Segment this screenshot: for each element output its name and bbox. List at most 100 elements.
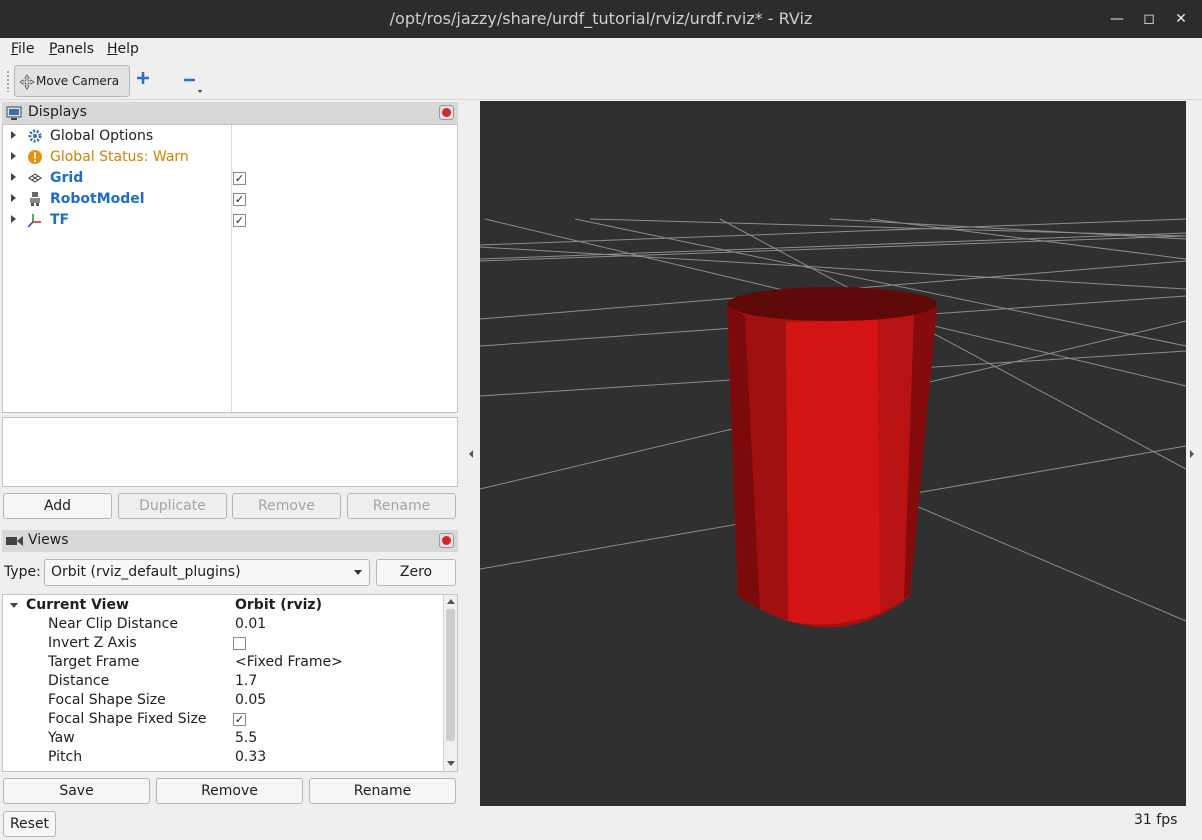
display-item-global-status[interactable]: Global Status: Warn — [3, 147, 457, 168]
move-camera-icon — [19, 74, 35, 90]
gear-icon — [28, 129, 42, 143]
right-dock-edge[interactable] — [1186, 101, 1202, 806]
property-row[interactable]: Yaw 5.5 — [3, 729, 443, 748]
view-type-label: Type: — [4, 564, 41, 580]
display-item-label: Global Status: Warn — [50, 149, 189, 165]
save-view-button[interactable]: Save — [3, 778, 150, 804]
tf-axes-icon — [27, 214, 41, 228]
rename-display-button[interactable]: Rename — [347, 493, 456, 519]
display-item-robotmodel[interactable]: RobotModel ✓ — [3, 189, 457, 210]
expand-arrow-icon[interactable] — [11, 173, 16, 181]
property-name: Invert Z Axis — [48, 635, 137, 651]
collapse-left-icon[interactable] — [469, 450, 473, 458]
displays-panel-header: Displays — [2, 102, 458, 124]
view-properties-tree: Current View Orbit (rviz) Near Clip Dist… — [2, 594, 458, 772]
menu-file[interactable]: File — [11, 41, 34, 57]
monitor-icon — [6, 106, 22, 120]
scrollbar-thumb[interactable] — [446, 609, 455, 741]
property-value[interactable]: <Fixed Frame> — [235, 654, 343, 670]
property-name: Near Clip Distance — [48, 616, 178, 632]
expand-arrow-icon[interactable] — [11, 194, 16, 202]
scroll-up-icon[interactable] — [447, 599, 455, 604]
displays-title: Displays — [28, 104, 87, 120]
red-cylinder — [727, 287, 937, 628]
property-name: Pitch — [48, 749, 83, 765]
property-row[interactable]: Focal Shape Size 0.05 — [3, 691, 443, 710]
display-item-grid[interactable]: Grid ✓ — [3, 168, 457, 189]
toolbar: Move Camera — [0, 62, 1202, 100]
minimize-icon[interactable]: — — [1106, 8, 1128, 30]
fps-readout: 31 fps — [1134, 812, 1178, 828]
display-item-label: TF — [50, 212, 70, 228]
move-camera-button[interactable]: Move Camera — [14, 65, 130, 97]
close-icon[interactable]: ✕ — [1170, 8, 1192, 30]
property-name: Yaw — [48, 730, 75, 746]
robot-icon — [30, 192, 40, 206]
render-viewport[interactable] — [479, 101, 1187, 806]
splitter-handle[interactable] — [460, 101, 480, 806]
property-value[interactable]: 1.7 — [235, 673, 257, 689]
properties-scrollbar[interactable] — [443, 595, 457, 771]
menu-help[interactable]: Help — [107, 41, 139, 57]
title-bar: /opt/ros/jazzy/share/urdf_tutorial/rviz/… — [0, 0, 1202, 38]
current-view-row[interactable]: Current View Orbit (rviz) — [3, 596, 443, 615]
expand-arrow-icon[interactable] — [11, 152, 16, 160]
status-bar: Reset 31 fps — [0, 808, 1202, 840]
tf-enabled-checkbox[interactable]: ✓ — [233, 214, 246, 227]
display-item-label: Global Options — [50, 128, 154, 144]
views-title: Views — [28, 532, 69, 548]
rename-view-button[interactable]: Rename — [309, 778, 456, 804]
displays-close-icon[interactable] — [439, 105, 454, 120]
property-row[interactable]: Target Frame <Fixed Frame> — [3, 653, 443, 672]
scroll-down-icon[interactable] — [447, 761, 455, 766]
property-value[interactable]: 0.01 — [235, 616, 266, 632]
property-name: Distance — [48, 673, 110, 689]
add-tool-icon[interactable] — [135, 70, 151, 86]
expand-arrow-icon[interactable] — [11, 131, 16, 139]
grid-icon — [28, 173, 42, 183]
focal-shape-fixed-size-checkbox[interactable]: ✓ — [233, 713, 246, 726]
remove-tool-icon[interactable] — [182, 70, 204, 96]
property-value[interactable]: 5.5 — [235, 730, 257, 746]
displays-tree: Global Options Global Status: Warn Grid … — [2, 124, 458, 413]
collapse-arrow-icon[interactable] — [10, 603, 18, 608]
move-camera-label: Move Camera — [36, 74, 120, 88]
display-item-tf[interactable]: TF ✓ — [3, 210, 457, 231]
property-row[interactable]: Pitch 0.33 — [3, 748, 443, 767]
zero-button[interactable]: Zero — [376, 559, 456, 586]
chevron-down-icon — [354, 570, 362, 575]
property-name: Focal Shape Fixed Size — [48, 711, 207, 727]
expand-arrow-icon[interactable] — [11, 215, 16, 223]
robotmodel-enabled-checkbox[interactable]: ✓ — [233, 193, 246, 206]
display-item-global-options[interactable]: Global Options — [3, 126, 457, 147]
property-row[interactable]: Focal Shape Fixed Size ✓ — [3, 710, 443, 729]
expand-right-icon[interactable] — [1190, 450, 1194, 458]
views-close-icon[interactable] — [439, 533, 454, 548]
remove-display-button[interactable]: Remove — [232, 493, 341, 519]
toolbar-grip[interactable] — [6, 70, 10, 92]
grid-enabled-checkbox[interactable]: ✓ — [233, 172, 246, 185]
reset-button[interactable]: Reset — [3, 811, 56, 837]
property-row[interactable]: Invert Z Axis — [3, 634, 443, 653]
menu-panels[interactable]: Panels — [49, 41, 94, 57]
display-description-area — [2, 417, 458, 487]
menu-bar: File Panels Help — [0, 38, 1202, 62]
view-type-select[interactable]: Orbit (rviz_default_plugins) — [44, 559, 370, 586]
property-name: Focal Shape Size — [48, 692, 166, 708]
property-row[interactable]: Near Clip Distance 0.01 — [3, 615, 443, 634]
property-value[interactable]: 0.05 — [235, 692, 266, 708]
current-view-value: Orbit (rviz) — [235, 597, 322, 613]
remove-view-button[interactable]: Remove — [156, 778, 303, 804]
property-row[interactable]: Distance 1.7 — [3, 672, 443, 691]
add-display-button[interactable]: Add — [3, 493, 112, 519]
property-value[interactable]: 0.33 — [235, 749, 266, 765]
maximize-icon[interactable]: ◻ — [1138, 8, 1160, 30]
camera-icon — [6, 536, 23, 546]
scene-render — [479, 218, 1187, 628]
window-title: /opt/ros/jazzy/share/urdf_tutorial/rviz/… — [389, 9, 813, 28]
invert-z-axis-checkbox[interactable] — [233, 637, 246, 650]
current-view-label: Current View — [26, 597, 129, 613]
view-type-value: Orbit (rviz_default_plugins) — [51, 564, 241, 580]
duplicate-display-button[interactable]: Duplicate — [118, 493, 227, 519]
views-panel-header: Views — [2, 530, 458, 552]
